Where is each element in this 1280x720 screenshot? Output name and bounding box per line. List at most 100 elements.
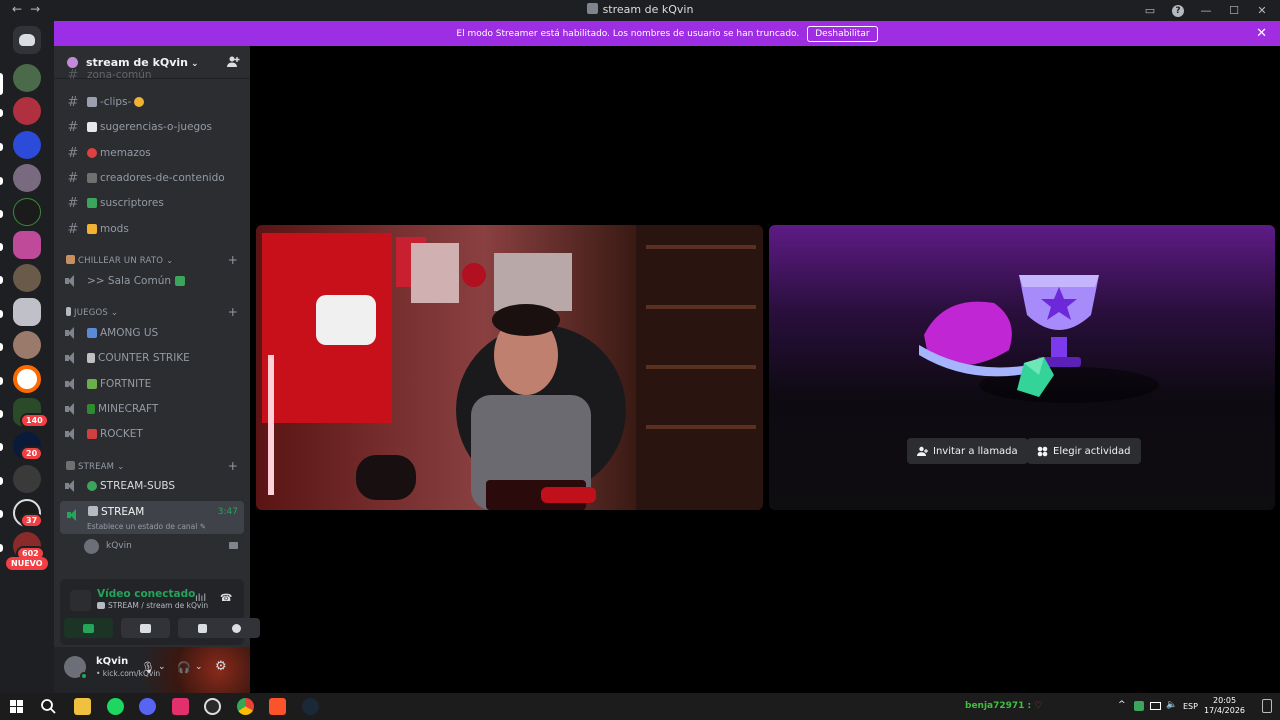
tray-app-icon[interactable] (1134, 701, 1144, 711)
channel-fortnite[interactable]: FORTNITE (60, 373, 244, 395)
server-pip (0, 510, 3, 518)
voice-channel-path: STREAM / stream de kQvin (108, 601, 209, 610)
server-list: 140 20 37 602 NUEVO (0, 21, 54, 693)
server-pip (0, 143, 3, 151)
channel-status-prompt[interactable]: Establece un estado de canal ✎ (87, 522, 206, 531)
server-icon-5[interactable] (13, 198, 41, 226)
channel-sugerencias[interactable]: # sugerencias-o-juegos (60, 116, 244, 138)
voice-member[interactable]: kQvin (84, 538, 244, 554)
clock[interactable]: 20:05 17/4/2026 (1204, 696, 1245, 716)
discord-home-icon[interactable] (13, 26, 41, 54)
spotify-icon[interactable] (107, 698, 124, 715)
invite-to-call-button[interactable]: Invitar a llamada (907, 438, 1028, 464)
channel-memazos[interactable]: # memazos (60, 142, 244, 164)
server-icon-4[interactable] (13, 164, 41, 192)
speaker-icon (64, 378, 82, 390)
server-icon-1[interactable] (13, 64, 41, 92)
network-icon[interactable] (1150, 702, 1161, 710)
channel-among-us[interactable]: AMONG US (60, 322, 244, 344)
server-icon-10[interactable] (13, 365, 41, 393)
chevron-down-icon: ⌄ (117, 462, 125, 472)
steam-icon[interactable] (302, 698, 319, 715)
screen-share-button[interactable] (121, 618, 170, 638)
camera-button[interactable] (64, 618, 113, 638)
invite-label: Invitar a llamada (933, 445, 1018, 457)
minimize-button[interactable]: — (1194, 0, 1218, 21)
windows-start-icon[interactable] (8, 698, 25, 715)
chrome-icon[interactable] (237, 698, 254, 715)
channel-counter-strike[interactable]: COUNTER STRIKE (60, 347, 244, 369)
file-explorer-icon[interactable] (74, 698, 91, 715)
chevron-down-icon[interactable]: ⌄ (158, 662, 166, 672)
angry-face-icon (87, 148, 97, 158)
car-icon (87, 429, 97, 439)
close-icon[interactable]: ✕ (1256, 26, 1267, 41)
settings-gear-icon[interactable]: ⚙ (215, 659, 227, 674)
disconnect-icon[interactable]: ☎ (220, 593, 232, 604)
channel-creadores[interactable]: # creadores-de-contenido (60, 167, 244, 189)
server-icon-3[interactable] (13, 131, 41, 159)
unread-badge: 20 (20, 446, 44, 461)
noise-suppression-icon[interactable]: ılıl (195, 593, 206, 604)
channel-rocket[interactable]: ROCKET (60, 423, 244, 445)
choose-activity-button[interactable]: Elegir actividad (1027, 438, 1141, 464)
server-icon-9[interactable] (13, 331, 41, 359)
inbox-icon[interactable]: ▭ (1138, 0, 1162, 21)
channel-name: -clips- (100, 96, 132, 108)
category-chillear[interactable]: CHILLEAR UN RATO ⌄ + (66, 253, 242, 267)
connection-signal-icon[interactable] (70, 590, 91, 611)
add-channel-icon[interactable]: + (228, 253, 238, 267)
language-indicator[interactable]: ESP (1183, 702, 1198, 711)
category-stream[interactable]: STREAM ⌄ + (66, 459, 242, 473)
channel-name: zona-común (87, 69, 152, 81)
channel-stream-active[interactable]: STREAM 3:47 Establece un estado de canal… (60, 501, 244, 534)
volume-icon[interactable]: 🔈 (1166, 700, 1177, 710)
disable-streamer-mode-button[interactable]: Deshabilitar (807, 25, 878, 42)
tiktok-icon[interactable] (172, 698, 189, 715)
chevron-down-icon: ⌄ (166, 256, 174, 266)
taskbar-widget-text[interactable]: benja72971 : ♡ (965, 701, 1042, 711)
chevron-down-icon[interactable]: ⌄ (195, 662, 203, 672)
streamer-mode-banner: El modo Streamer está habilitado. Los no… (54, 21, 1280, 46)
search-icon[interactable] (40, 698, 57, 715)
server-icon-7[interactable] (13, 264, 41, 292)
add-channel-icon[interactable]: + (228, 305, 238, 319)
webcam-video-tile[interactable] (256, 225, 763, 510)
server-icon-8[interactable] (13, 298, 41, 326)
voice-status-title[interactable]: Vídeo conectado (97, 588, 195, 600)
channel-mods[interactable]: # mods (60, 218, 244, 240)
camera-icon (87, 173, 97, 183)
brave-icon[interactable] (269, 698, 286, 715)
clock-date: 17/4/2026 (1204, 706, 1246, 715)
username[interactable]: kQvin (96, 656, 128, 667)
server-icon-6[interactable] (13, 231, 41, 259)
channel-name: mods (100, 223, 129, 235)
headset-icon[interactable]: 🎧 (177, 661, 191, 674)
channel-stream-subs[interactable]: STREAM-SUBS (60, 475, 244, 497)
microphone-icon[interactable]: 🎙 (141, 661, 155, 674)
channel-minecraft[interactable]: MINECRAFT (60, 398, 244, 420)
server-pip (0, 210, 3, 218)
discord-icon[interactable] (139, 698, 156, 715)
invite-icon[interactable] (226, 55, 240, 69)
close-button[interactable]: ✕ (1250, 0, 1274, 21)
channel-clips[interactable]: # -clips- (60, 91, 244, 113)
category-name: JUEGOS (74, 308, 108, 318)
new-badge[interactable]: NUEVO (6, 557, 48, 570)
channel-suscriptores[interactable]: # suscriptores (60, 192, 244, 214)
category-juegos[interactable]: JUEGOS ⌄ + (66, 305, 242, 319)
notification-icon[interactable] (1262, 699, 1272, 713)
channel-partial[interactable]: # zona-común (60, 68, 244, 82)
tree-icon (87, 404, 95, 414)
house-icon (175, 276, 186, 286)
maximize-button[interactable]: ☐ (1222, 0, 1246, 21)
server-icon-2[interactable] (13, 97, 41, 125)
server-icon-13[interactable] (13, 465, 41, 493)
help-icon[interactable]: ? (1166, 0, 1190, 21)
soundboard-button[interactable] (212, 618, 260, 638)
game-emoji-icon (87, 379, 97, 389)
channel-sala-comun[interactable]: >> Sala Común (60, 270, 244, 292)
app-icon[interactable] (204, 698, 221, 715)
show-hidden-icons-icon[interactable]: ^ (1118, 700, 1126, 710)
add-channel-icon[interactable]: + (228, 459, 238, 473)
